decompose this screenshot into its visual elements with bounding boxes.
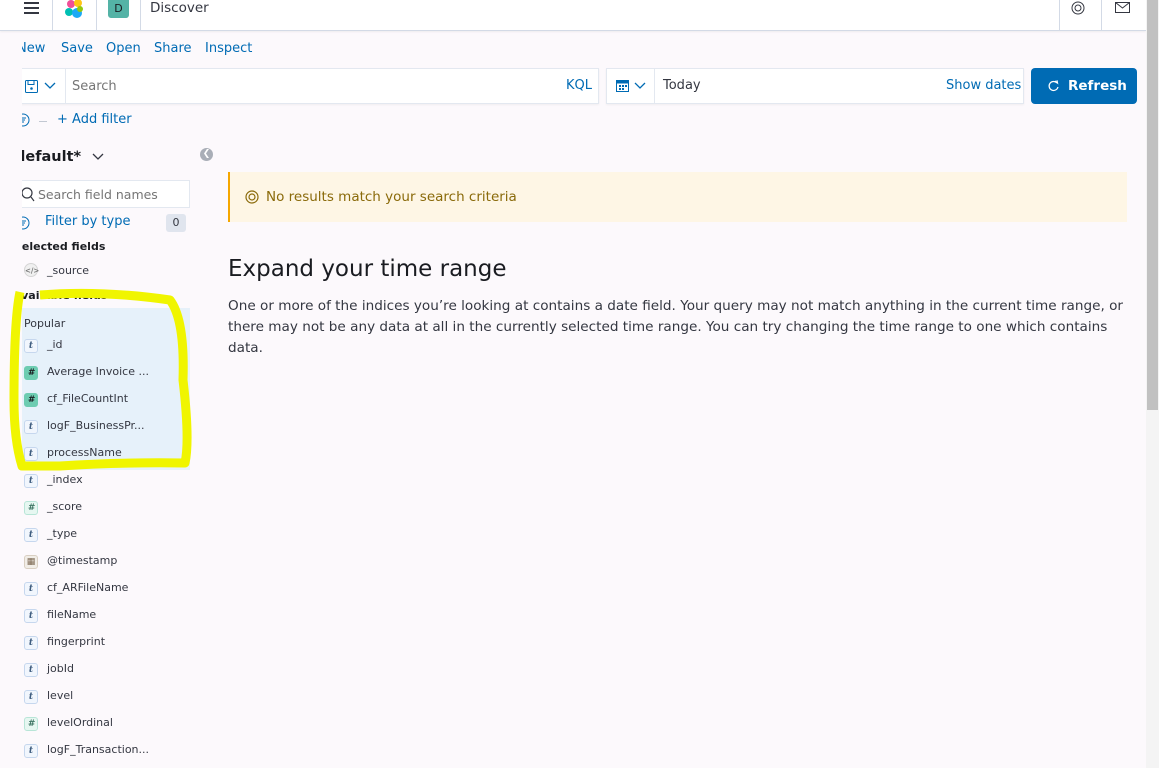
popular-heading: Popular: [24, 317, 66, 330]
field-name: _score: [47, 500, 83, 513]
field-name: processName: [47, 446, 122, 459]
field-type-string-icon: t: [24, 690, 38, 704]
date-range-value[interactable]: Today: [663, 78, 701, 93]
filter-by-type-button[interactable]: Filter by type 0: [22, 213, 188, 233]
field-name: @timestamp: [47, 554, 118, 567]
field-row[interactable]: # cf_FileCountInt: [22, 389, 192, 411]
field-type-string-icon: t: [24, 528, 38, 542]
chevron-down-icon[interactable]: [44, 82, 56, 90]
help-icon: [245, 190, 259, 204]
show-dates-link[interactable]: Show dates: [946, 78, 1021, 93]
filter-by-type-label: Filter by type: [45, 214, 131, 229]
top-header: D Discover: [0, 0, 1146, 31]
empty-state-heading: Expand your time range: [228, 256, 507, 282]
date-picker: Today Show dates: [606, 68, 1024, 104]
field-type-string-icon: t: [24, 582, 38, 596]
field-type-date-icon: ▦: [24, 555, 38, 569]
field-row[interactable]: t _id: [22, 335, 192, 357]
field-name: _id: [47, 338, 63, 351]
field-row[interactable]: t jobId: [22, 659, 192, 681]
field-name: level: [47, 689, 74, 702]
field-type-string-icon: t: [24, 609, 38, 623]
field-row[interactable]: # _score: [22, 497, 192, 519]
field-name: fingerprint: [47, 635, 106, 648]
empty-state-body: One or more of the indices you’re lookin…: [228, 298, 1124, 356]
field-name: logF_Transaction...: [47, 743, 150, 756]
refresh-icon: [1048, 80, 1059, 91]
menu-icon[interactable]: [24, 2, 39, 14]
space-avatar[interactable]: D: [108, 0, 129, 18]
field-row[interactable]: t _index: [22, 470, 192, 492]
field-type-string-icon: t: [24, 447, 38, 461]
field-name: cf_FileCountInt: [47, 392, 129, 405]
refresh-label: Refresh: [1068, 78, 1127, 94]
field-type-string-icon: t: [24, 744, 38, 758]
help-icon[interactable]: [1071, 1, 1085, 15]
field-name: Average Invoice ...: [47, 365, 149, 378]
search-input[interactable]: [68, 69, 508, 103]
refresh-button[interactable]: Refresh: [1031, 68, 1137, 104]
filter-icon: [22, 216, 30, 230]
field-type-string-icon: t: [24, 474, 38, 488]
field-type-string-icon: t: [24, 420, 38, 434]
field-name: levelOrdinal: [47, 716, 113, 729]
search-icon: [22, 187, 35, 202]
newsfeed-mail-icon[interactable]: [1115, 2, 1130, 13]
calendar-icon[interactable]: [616, 79, 629, 92]
field-search: [22, 180, 190, 208]
selected-fields-heading: Selected fields: [22, 240, 106, 253]
field-type-number-icon: #: [24, 717, 38, 731]
no-results-callout: No results match your search criteria: [228, 172, 1127, 222]
field-name: _type: [47, 527, 78, 540]
index-pattern-name: default*: [22, 149, 82, 165]
field-type-number-icon: #: [24, 501, 38, 515]
add-filter-button[interactable]: + Add filter: [57, 112, 132, 127]
field-name: logF_BusinessPr...: [47, 419, 145, 432]
chevron-down-icon: [92, 153, 104, 160]
field-name: jobId: [47, 662, 74, 675]
field-name: _index: [47, 473, 83, 486]
saved-query-icon[interactable]: [25, 80, 38, 93]
filter-menu-icon[interactable]: [22, 113, 32, 127]
scrollbar-track[interactable]: [1146, 0, 1159, 768]
chevron-down-icon[interactable]: [634, 82, 646, 90]
field-type-number-icon: #: [24, 393, 38, 407]
field-row[interactable]: # Average Invoice ...: [22, 362, 192, 384]
field-row[interactable]: t level: [22, 686, 192, 708]
callout-title: No results match your search criteria: [266, 189, 517, 205]
new-link[interactable]: New: [22, 41, 45, 56]
field-type-number-icon: #: [24, 366, 38, 380]
field-name: fileName: [47, 608, 97, 621]
field-type-string-icon: t: [24, 339, 38, 353]
field-row[interactable]: t _type: [22, 524, 192, 546]
elastic-logo-icon[interactable]: [63, 0, 85, 20]
page-title: Discover: [150, 0, 209, 16]
field-type-string-icon: t: [24, 663, 38, 677]
collapse-sidebar-button[interactable]: ❮: [200, 148, 213, 161]
index-pattern-selector[interactable]: default*: [22, 149, 104, 165]
field-row-source[interactable]: </> _source: [22, 261, 192, 283]
scrollbar-thumb[interactable]: [1147, 0, 1158, 410]
field-row[interactable]: # levelOrdinal: [22, 713, 192, 735]
field-row[interactable]: t fileName: [22, 605, 192, 627]
kql-toggle[interactable]: KQL: [566, 78, 592, 93]
field-row[interactable]: t processName: [22, 443, 192, 465]
field-row[interactable]: t cf_ARFileName: [22, 578, 192, 600]
source-icon: </>: [24, 263, 39, 277]
save-link[interactable]: Save: [61, 41, 93, 56]
field-type-string-icon: t: [24, 636, 38, 650]
available-fields-heading: Available fields: [22, 289, 108, 302]
open-link[interactable]: Open: [106, 41, 141, 56]
query-bar: KQL: [22, 68, 599, 104]
field-row[interactable]: t logF_Transaction...: [22, 740, 192, 762]
field-name: cf_ARFileName: [47, 581, 129, 594]
filter-count-badge: 0: [166, 214, 186, 232]
search-field-names-input[interactable]: [38, 181, 186, 207]
share-link[interactable]: Share: [154, 41, 192, 56]
field-row[interactable]: ▦ @timestamp: [22, 551, 192, 573]
field-row[interactable]: t fingerprint: [22, 632, 192, 654]
inspect-link[interactable]: Inspect: [205, 41, 252, 56]
field-row[interactable]: t logF_BusinessPr...: [22, 416, 192, 438]
